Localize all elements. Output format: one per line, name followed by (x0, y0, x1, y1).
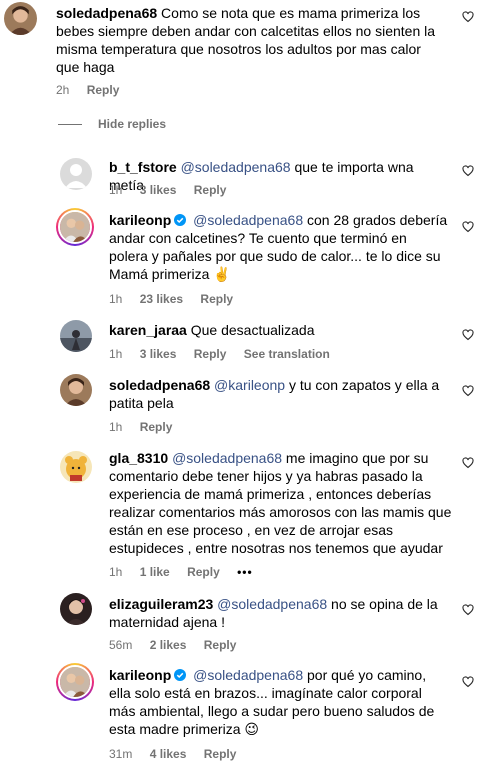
comment-mention[interactable]: @soledadpena68 (172, 450, 282, 466)
comment-time: 2h (56, 83, 70, 97)
reply-button[interactable]: Reply (194, 347, 227, 361)
comment-text: karileonp @soledadpena68 por qué yo cami… (109, 666, 449, 738)
likes-count[interactable]: 23 likes (140, 292, 183, 306)
comment-username[interactable]: karileonp (109, 667, 171, 683)
avatar[interactable] (60, 374, 92, 406)
reply-button[interactable]: Reply (200, 292, 233, 306)
comment-username[interactable]: b_t_fstore (109, 159, 177, 175)
likes-count[interactable]: 1 like (140, 565, 170, 579)
comment-username[interactable]: elizaguileram23 (109, 596, 213, 612)
reply-button[interactable]: Reply (187, 565, 220, 579)
heart-outline-icon[interactable] (462, 604, 474, 616)
comment-meta: 56m 2 likes Reply (109, 638, 250, 652)
likes-count[interactable]: 3 likes (140, 183, 177, 197)
heart-outline-icon[interactable] (462, 165, 474, 177)
avatar[interactable] (56, 208, 94, 246)
comment-username[interactable]: karileonp (109, 212, 171, 228)
likes-count[interactable]: 2 likes (150, 638, 187, 652)
comment-mention[interactable]: @soledadpena68 (193, 212, 303, 228)
comment-item: karileonp @soledadpena68 con 28 grados d… (0, 205, 482, 313)
comment-text: gla_8310 @soledadpena68 me imagino que p… (109, 449, 454, 557)
likes-count[interactable]: 3 likes (140, 347, 177, 361)
comment-meta: 1h Reply (109, 420, 186, 434)
avatar[interactable] (56, 663, 94, 701)
comment-meta: 1h 3 likes Reply See translation (109, 347, 344, 361)
avatar[interactable] (60, 451, 92, 483)
reply-button[interactable]: Reply (204, 638, 237, 652)
heart-outline-icon[interactable] (462, 221, 474, 233)
heart-outline-icon[interactable] (462, 329, 474, 341)
comment-mention[interactable]: @soledadpena68 (181, 159, 291, 175)
comment-item: karen_jaraa Que desactualizada 1h 3 like… (0, 315, 482, 367)
hide-replies-button[interactable]: Hide replies (58, 117, 166, 131)
heart-outline-icon[interactable] (462, 385, 474, 397)
comment-mention[interactable]: @soledadpena68 (193, 667, 303, 683)
comment-meta: 1h 23 likes Reply (109, 292, 247, 306)
verified-badge-icon (174, 212, 187, 226)
hide-replies-label: Hide replies (98, 117, 167, 131)
comment-text: karileonp @soledadpena68 con 28 grados d… (109, 211, 449, 283)
heart-outline-icon[interactable] (462, 457, 474, 469)
avatar[interactable] (4, 2, 37, 35)
reply-button[interactable]: Reply (140, 420, 173, 434)
comment-meta: 1h 1 like Reply ••• (109, 565, 267, 579)
heart-outline-icon[interactable] (462, 676, 474, 688)
comment-meta: 31m 4 likes Reply (109, 747, 250, 761)
comment-mention[interactable]: @karileonp (214, 377, 285, 393)
reply-button[interactable]: Reply (204, 747, 237, 761)
comment-meta: 1h 3 likes Reply (109, 183, 240, 197)
reply-button[interactable]: Reply (87, 83, 120, 97)
comment-item: karileonp @soledadpena68 por qué yo cami… (0, 660, 482, 763)
comment-username[interactable]: soledadpena68 (56, 5, 157, 21)
comment-username[interactable]: gla_8310 (109, 450, 168, 466)
comment-username[interactable]: soledadpena68 (109, 377, 210, 393)
comment-mention[interactable]: @soledadpena68 (217, 596, 327, 612)
see-translation-button[interactable]: See translation (244, 347, 330, 361)
heart-outline-icon[interactable] (462, 11, 474, 23)
verified-badge-icon (174, 667, 187, 681)
divider (58, 123, 82, 125)
comment-item: soledadpena68 Como se nota que es mama p… (0, 0, 482, 104)
comment-text: soledadpena68 @karileonp y tu con zapato… (109, 376, 449, 412)
comment-time: 31m (109, 747, 133, 761)
more-options-icon[interactable]: ••• (237, 565, 253, 579)
comment-time: 1h (109, 347, 123, 361)
comment-text: elizaguileram23 @soledadpena68 no se opi… (109, 595, 449, 631)
comment-text: soledadpena68 Como se nota que es mama p… (56, 4, 441, 76)
likes-count[interactable]: 4 likes (150, 747, 187, 761)
comment-username[interactable]: karen_jaraa (109, 322, 187, 338)
avatar[interactable] (60, 320, 92, 352)
comment-text: karen_jaraa Que desactualizada (109, 321, 449, 339)
avatar[interactable] (60, 158, 92, 190)
reply-button[interactable]: Reply (194, 183, 227, 197)
comment-time: 56m (109, 638, 133, 652)
comment-item: b_t_fstore @soledadpena68 que te importa… (0, 150, 482, 200)
avatar[interactable] (60, 593, 92, 625)
comment-item: gla_8310 @soledadpena68 me imagino que p… (0, 443, 482, 583)
comment-time: 1h (109, 183, 123, 197)
comment-item: elizaguileram23 @soledadpena68 no se opi… (0, 589, 482, 654)
comment-meta: 2h Reply (56, 83, 133, 97)
comment-time: 1h (109, 420, 123, 434)
comment-item: soledadpena68 @karileonp y tu con zapato… (0, 370, 482, 440)
comment-time: 1h (109, 292, 123, 306)
comment-body: Que desactualizada (190, 322, 315, 338)
comment-time: 1h (109, 565, 123, 579)
